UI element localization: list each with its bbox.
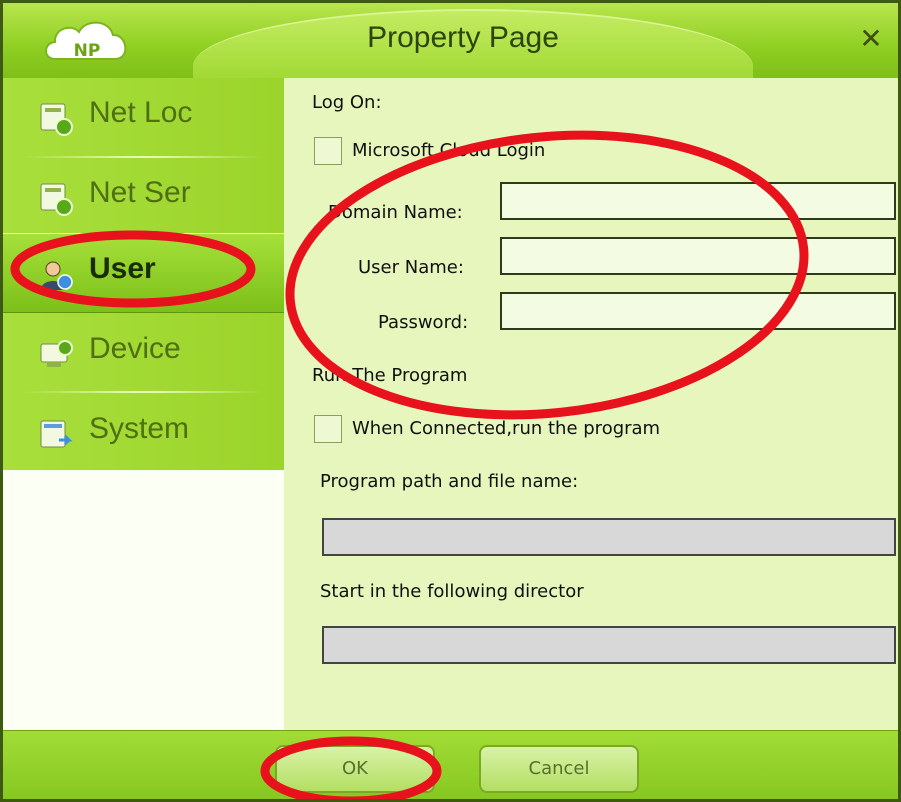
logo-text: NP xyxy=(74,41,101,61)
run-when-connected-checkbox[interactable] xyxy=(314,415,342,443)
user-icon xyxy=(41,261,73,290)
domain-name-field[interactable] xyxy=(500,182,896,220)
user-name-input[interactable] xyxy=(502,239,894,273)
user-name-label: User Name: xyxy=(358,257,464,278)
program-path-field[interactable] xyxy=(322,518,896,556)
sidebar-item-label: Net Ser xyxy=(89,176,191,209)
sidebar-nav: Net Loc Net Ser User Device System xyxy=(3,78,284,470)
sidebar-item-label: System xyxy=(89,412,190,445)
logon-heading: Log On: xyxy=(312,92,382,113)
sidebar-item-user[interactable]: User xyxy=(3,233,284,313)
window-title: Property Page xyxy=(367,21,559,54)
sidebar-divider xyxy=(23,391,263,393)
start-in-label: Start in the following director xyxy=(320,581,584,602)
run-when-connected-label: When Connected,run the program xyxy=(352,418,661,439)
password-input[interactable] xyxy=(502,294,894,328)
net-location-icon xyxy=(40,103,73,136)
sidebar-item-label: User xyxy=(89,252,156,285)
run-program-heading: Run The Program xyxy=(312,365,468,386)
system-icon xyxy=(40,420,73,448)
close-icon: ✕ xyxy=(859,22,883,55)
sidebar-item-system[interactable]: System xyxy=(3,394,284,474)
password-field[interactable] xyxy=(500,292,896,330)
device-icon xyxy=(40,340,73,367)
content-pane: Log On: Microsoft Cloud Login Domain Nam… xyxy=(284,78,898,730)
sidebar-item-net-ser[interactable]: Net Ser xyxy=(3,158,284,238)
bottom-button-bar xyxy=(3,730,898,799)
property-page-window: NP Property Page ✕ Net Loc Net Ser User … xyxy=(0,0,901,802)
start-in-field[interactable] xyxy=(322,626,896,664)
program-path-label: Program path and file name: xyxy=(320,471,579,492)
start-in-input[interactable] xyxy=(324,628,894,662)
password-label: Password: xyxy=(378,312,469,333)
sidebar-item-label: Device xyxy=(89,332,181,365)
user-name-field[interactable] xyxy=(500,237,896,275)
sidebar-item-label: Net Loc xyxy=(89,96,193,129)
domain-name-input[interactable] xyxy=(502,184,894,218)
cloud-login-checkbox[interactable] xyxy=(314,137,342,165)
domain-name-label: Domain Name: xyxy=(328,202,463,223)
sidebar: Net Loc Net Ser User Device System xyxy=(3,78,284,730)
net-service-icon xyxy=(40,183,73,216)
close-button[interactable]: ✕ xyxy=(851,21,891,57)
title-bar: NP Property Page ✕ xyxy=(3,3,898,91)
program-path-input[interactable] xyxy=(324,520,894,554)
cancel-button[interactable]: Cancel xyxy=(479,745,639,793)
np-cloud-logo: NP xyxy=(45,21,127,61)
sidebar-item-device[interactable]: Device xyxy=(3,314,284,394)
sidebar-item-net-loc[interactable]: Net Loc xyxy=(3,78,284,158)
cloud-login-label: Microsoft Cloud Login xyxy=(352,140,546,161)
ok-button[interactable]: OK xyxy=(275,745,435,793)
